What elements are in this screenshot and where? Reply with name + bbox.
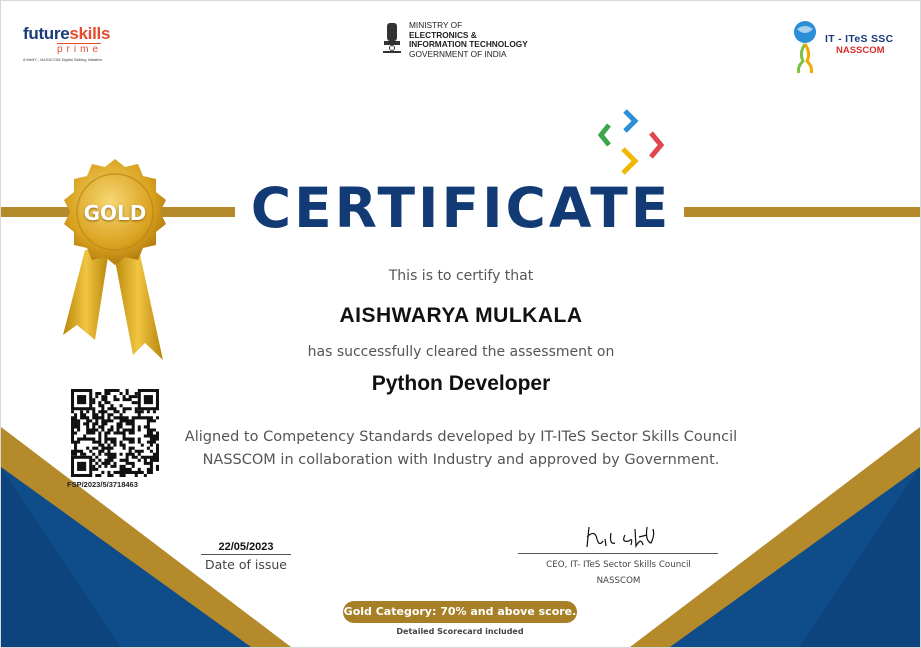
certificate-page: futureskills prime A MeitY - NASSCOM Dig…: [0, 0, 921, 648]
badge-label: GOLD: [83, 201, 147, 225]
gold-rule-right: [684, 207, 920, 217]
alignment-line2: NASSCOM in collaboration with Industry a…: [202, 452, 720, 468]
date-underline: [201, 554, 291, 555]
qr-certificate-id: FSP/2023/5/3718463: [67, 480, 138, 489]
globe-person-icon: [794, 21, 816, 74]
logo-word-skills: skills: [69, 24, 111, 43]
issue-date: 22/05/2023: [218, 541, 274, 553]
course-name: Python Developer: [371, 372, 551, 395]
certificate-title: CERTIFICATE: [250, 176, 672, 240]
logo-tagline: A MeitY - NASSCOM Digital Skilling Initi…: [23, 57, 103, 62]
it-ites-ssc-logo: IT - ITeS SSC NASSCOM: [791, 17, 911, 77]
cleared-line: has successfully cleared the assessment …: [307, 344, 615, 360]
logo-word-future: future: [23, 24, 70, 43]
gold-category-badge: Gold Category: 70% and above score.: [343, 601, 577, 623]
certify-line: This is to certify that: [388, 268, 534, 284]
signature-image: [586, 526, 655, 549]
ashoka-emblem-icon: [383, 23, 401, 53]
signatory-org: NASSCOM: [596, 576, 641, 586]
ssc-line2: NASSCOM: [836, 45, 885, 56]
ssc-line1: IT - ITeS SSC: [825, 33, 894, 45]
qr-code-icon: [71, 389, 159, 477]
logo-sub-prime: prime: [57, 43, 103, 55]
alignment-line1: Aligned to Competency Standards develope…: [184, 429, 738, 445]
ministry-line4: GOVERNMENT OF INDIA: [409, 48, 507, 59]
scorecard-note: Detailed Scorecard included: [396, 627, 524, 636]
issue-date-label: Date of issue: [205, 557, 287, 572]
recipient-name: AISHWARYA MULKALA: [339, 304, 583, 327]
gold-seal-icon: [63, 159, 166, 360]
signature-line: [518, 553, 718, 554]
alignment-statement: Aligned to Competency Standards develope…: [161, 426, 761, 472]
signatory-title: CEO, IT- ITeS Sector Skills Council: [546, 560, 691, 570]
meity-logo: MINISTRY OF ELECTRONICS & INFORMATION TE…: [381, 20, 561, 69]
futureskills-prime-logo: futureskills prime A MeitY - NASSCOM Dig…: [23, 25, 123, 69]
